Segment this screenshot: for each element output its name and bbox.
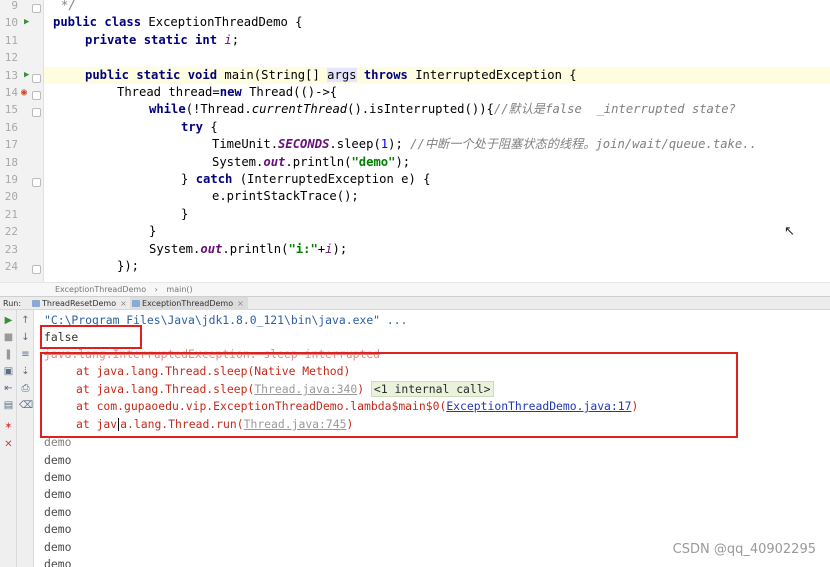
line-number: 21 [4, 208, 18, 221]
run-panel-header: Run: ThreadResetDemo × ExceptionThreadDem… [0, 296, 830, 310]
print-icon[interactable]: ⎙ [19, 382, 32, 395]
code-line-14: Thread thread=new Thread(()->{ [117, 85, 338, 99]
line-number: 17 [4, 138, 18, 151]
line-number: 13 [4, 69, 18, 82]
code-line-10: public class ExceptionThreadDemo { [53, 15, 303, 29]
code-line-21: } [181, 207, 189, 221]
line-number: 16 [4, 121, 18, 134]
run-tab-label: ThreadResetDemo [42, 299, 117, 308]
code-line-23: System.out.println("i:"+i); [149, 242, 348, 256]
scroll-up-icon[interactable]: ↑ [19, 314, 32, 327]
code-line-24: }); [117, 259, 140, 273]
code-line-15: while(!Thread.currentThread().isInterrup… [149, 102, 736, 116]
annotation-box-stacktrace [40, 352, 738, 438]
run-config-icon [132, 300, 140, 307]
code-line-9: */ [61, 0, 76, 12]
console-output[interactable]: "C:\Program Files\Java\jdk1.8.0_121\bin\… [34, 310, 830, 567]
console-demo-line: demo [44, 557, 72, 567]
console-demo-line: demo [44, 540, 72, 554]
breadcrumb-item[interactable]: ExceptionThreadDemo [55, 285, 146, 294]
run-label: Run: [3, 299, 22, 308]
watermark: CSDN @qq_40902295 [672, 542, 816, 557]
lambda-breakpoint-icon[interactable]: ◉ [21, 84, 27, 101]
scroll-down-icon[interactable]: ↓ [19, 331, 32, 344]
mouse-pointer-icon: ↖ [784, 224, 795, 239]
line-number: 9 [11, 0, 18, 12]
fold-icon[interactable] [32, 178, 41, 187]
soft-wrap-icon[interactable]: ≡ [19, 348, 32, 361]
console-demo-line: demo [44, 522, 72, 536]
console-demo-line: demo [44, 487, 72, 501]
console-demo-line: demo [44, 453, 72, 467]
clear-all-icon[interactable]: ⌫ [19, 399, 33, 412]
line-number: 18 [4, 156, 18, 169]
fold-icon[interactable] [32, 91, 41, 100]
line-number: 24 [4, 260, 18, 273]
line-number: 19 [4, 173, 18, 186]
run-tab-threadresetdemo[interactable]: ThreadResetDemo × [30, 297, 131, 310]
line-number: 20 [4, 190, 18, 203]
chevron-right-icon: › [154, 285, 158, 294]
rerun-icon[interactable]: ▶ [2, 314, 15, 327]
line-number: 14 [4, 86, 18, 99]
dump-threads-icon[interactable]: ▣ [2, 365, 15, 378]
line-number: 22 [4, 225, 18, 238]
restore-layout-icon[interactable]: ▤ [2, 399, 15, 412]
close-icon[interactable]: ✕ [2, 438, 15, 451]
line-number: 10 [4, 16, 18, 29]
stop-icon[interactable]: ■ [2, 331, 15, 344]
run-toolbar-right: ↑ ↓ ≡ ⇣ ⎙ ⌫ [17, 310, 34, 567]
breadcrumb-item[interactable]: main() [166, 285, 192, 294]
line-number: 23 [4, 243, 18, 256]
code-editor[interactable]: 9 10 11 12 13 14 15 16 17 18 19 20 21 22… [0, 0, 830, 282]
code-line-17: TimeUnit.SECONDS.sleep(1); //中断一个处于阻塞状态的… [212, 137, 757, 151]
exit-icon[interactable]: ⇤ [2, 382, 15, 395]
run-tab-label: ExceptionThreadDemo [142, 299, 234, 308]
console-demo-line: demo [44, 470, 72, 484]
code-line-16: try { [181, 120, 218, 134]
run-config-icon [32, 300, 40, 307]
editor-gutter: 9 10 11 12 13 14 15 16 17 18 19 20 21 22… [0, 0, 44, 282]
run-class-icon[interactable]: ▶ [24, 14, 29, 31]
code-line-18: System.out.println("demo"); [212, 155, 411, 169]
run-main-icon[interactable]: ▶ [24, 67, 29, 84]
run-tab-exceptionthreaddemo[interactable]: ExceptionThreadDemo × [130, 297, 248, 310]
code-line-11: private static int i; [85, 33, 240, 47]
annotation-box-false [40, 325, 142, 349]
pin-icon[interactable]: ✶ [2, 420, 15, 433]
code-line-19: } catch (InterruptedException e) { [181, 172, 431, 186]
code-line-20: e.printStackTrace(); [212, 189, 359, 203]
scroll-to-end-icon[interactable]: ⇣ [19, 365, 32, 378]
line-number: 11 [4, 34, 18, 47]
code-line-22: } [149, 224, 157, 238]
code-line-13: public static void main(String[] args th… [44, 67, 830, 85]
close-icon[interactable]: × [120, 299, 127, 308]
fold-icon[interactable] [32, 265, 41, 274]
breadcrumb: ExceptionThreadDemo › main() [0, 282, 830, 296]
console-demo-line: demo [44, 505, 72, 519]
close-icon[interactable]: × [237, 299, 244, 308]
run-toolbar-left: ▶ ■ ❚ ▣ ⇤ ▤ ✶ ✕ [0, 310, 17, 567]
fold-icon[interactable] [32, 4, 41, 13]
line-number: 15 [4, 103, 18, 116]
fold-icon[interactable] [32, 74, 41, 83]
line-number: 12 [4, 51, 18, 64]
pause-icon[interactable]: ❚ [2, 348, 15, 361]
fold-icon[interactable] [32, 108, 41, 117]
